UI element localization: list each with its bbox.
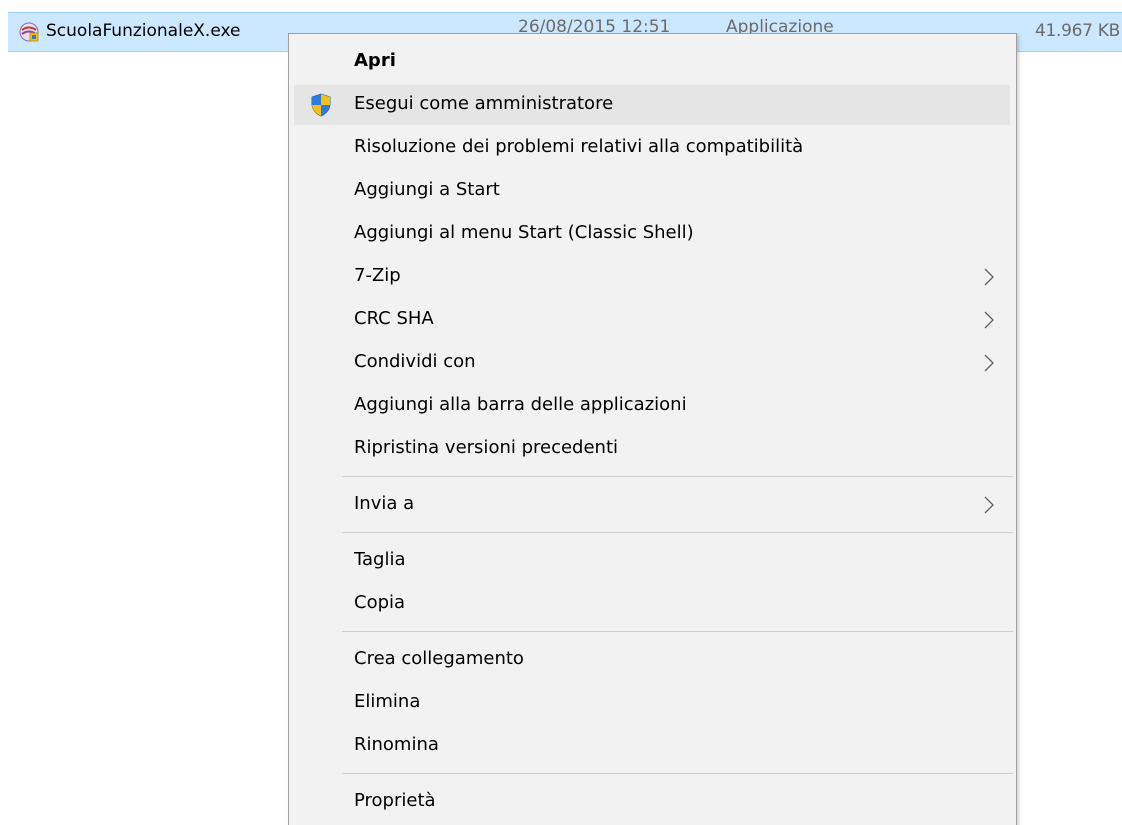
menu-item-7-zip[interactable]: 7-Zip — [294, 257, 1010, 297]
menu-item-copia[interactable]: Copia — [294, 584, 1010, 624]
menu-separator — [342, 631, 1013, 632]
menu-item-label: Aggiungi al menu Start (Classic Shell) — [354, 222, 694, 243]
chevron-right-icon — [984, 354, 994, 372]
menu-item-proprieta[interactable]: Proprietà — [294, 782, 1010, 822]
menu-item-label: Ripristina versioni precedenti — [354, 437, 619, 458]
menu-item-label: CRC SHA — [354, 308, 434, 329]
menu-item-label: Risoluzione dei problemi relativi alla c… — [354, 136, 804, 157]
menu-item-condividi-con[interactable]: Condividi con — [294, 343, 1010, 383]
menu-item-label: Esegui come amministratore — [354, 93, 614, 114]
chevron-right-icon — [984, 268, 994, 286]
menu-item-label: Aggiungi alla barra delle applicazioni — [354, 394, 687, 415]
menu-item-label: Proprietà — [354, 790, 436, 811]
menu-item-label: Apri — [354, 50, 396, 71]
menu-separator — [342, 532, 1013, 533]
chevron-right-icon — [984, 311, 994, 329]
menu-item-risoluzione-compatibilita[interactable]: Risoluzione dei problemi relativi alla c… — [294, 128, 1010, 168]
menu-item-aggiungi-barra-applicazioni[interactable]: Aggiungi alla barra delle applicazioni — [294, 386, 1010, 426]
menu-item-elimina[interactable]: Elimina — [294, 683, 1010, 723]
file-size: 41.967 KB — [1035, 21, 1120, 41]
menu-item-label: Copia — [354, 592, 406, 613]
menu-item-ripristina-versioni-precedenti[interactable]: Ripristina versioni precedenti — [294, 429, 1010, 469]
menu-item-label: Condividi con — [354, 351, 476, 372]
menu-item-esegui-come-amministratore[interactable]: Esegui come amministratore — [294, 85, 1010, 125]
menu-separator — [342, 476, 1013, 477]
menu-item-crea-collegamento[interactable]: Crea collegamento — [294, 640, 1010, 680]
menu-separator — [342, 773, 1013, 774]
menu-item-rinomina[interactable]: Rinomina — [294, 726, 1010, 766]
uac-shield-icon — [311, 93, 331, 117]
menu-item-label: Rinomina — [354, 734, 439, 755]
menu-item-label: Elimina — [354, 691, 421, 712]
menu-item-label: Invia a — [354, 493, 415, 514]
menu-item-taglia[interactable]: Taglia — [294, 541, 1010, 581]
menu-item-apri[interactable]: Apri — [294, 42, 1010, 82]
application-exe-icon — [19, 22, 39, 42]
menu-item-aggiungi-menu-start-classic-shell[interactable]: Aggiungi al menu Start (Classic Shell) — [294, 214, 1010, 254]
menu-item-label: Crea collegamento — [354, 648, 524, 669]
file-name[interactable]: ScuolaFunzionaleX.exe — [46, 21, 240, 41]
menu-item-aggiungi-a-start[interactable]: Aggiungi a Start — [294, 171, 1010, 211]
menu-item-crc-sha[interactable]: CRC SHA — [294, 300, 1010, 340]
context-menu: Apri Esegui come amministratore Risoluzi… — [288, 33, 1017, 825]
menu-item-label: Taglia — [354, 549, 406, 570]
menu-item-invia-a[interactable]: Invia a — [294, 485, 1010, 525]
menu-item-label: Aggiungi a Start — [354, 179, 500, 200]
menu-item-label: 7-Zip — [354, 265, 401, 286]
desktop-stage: ScuolaFunzionaleX.exe 26/08/2015 12:51 A… — [0, 0, 1122, 825]
chevron-right-icon — [984, 496, 994, 514]
